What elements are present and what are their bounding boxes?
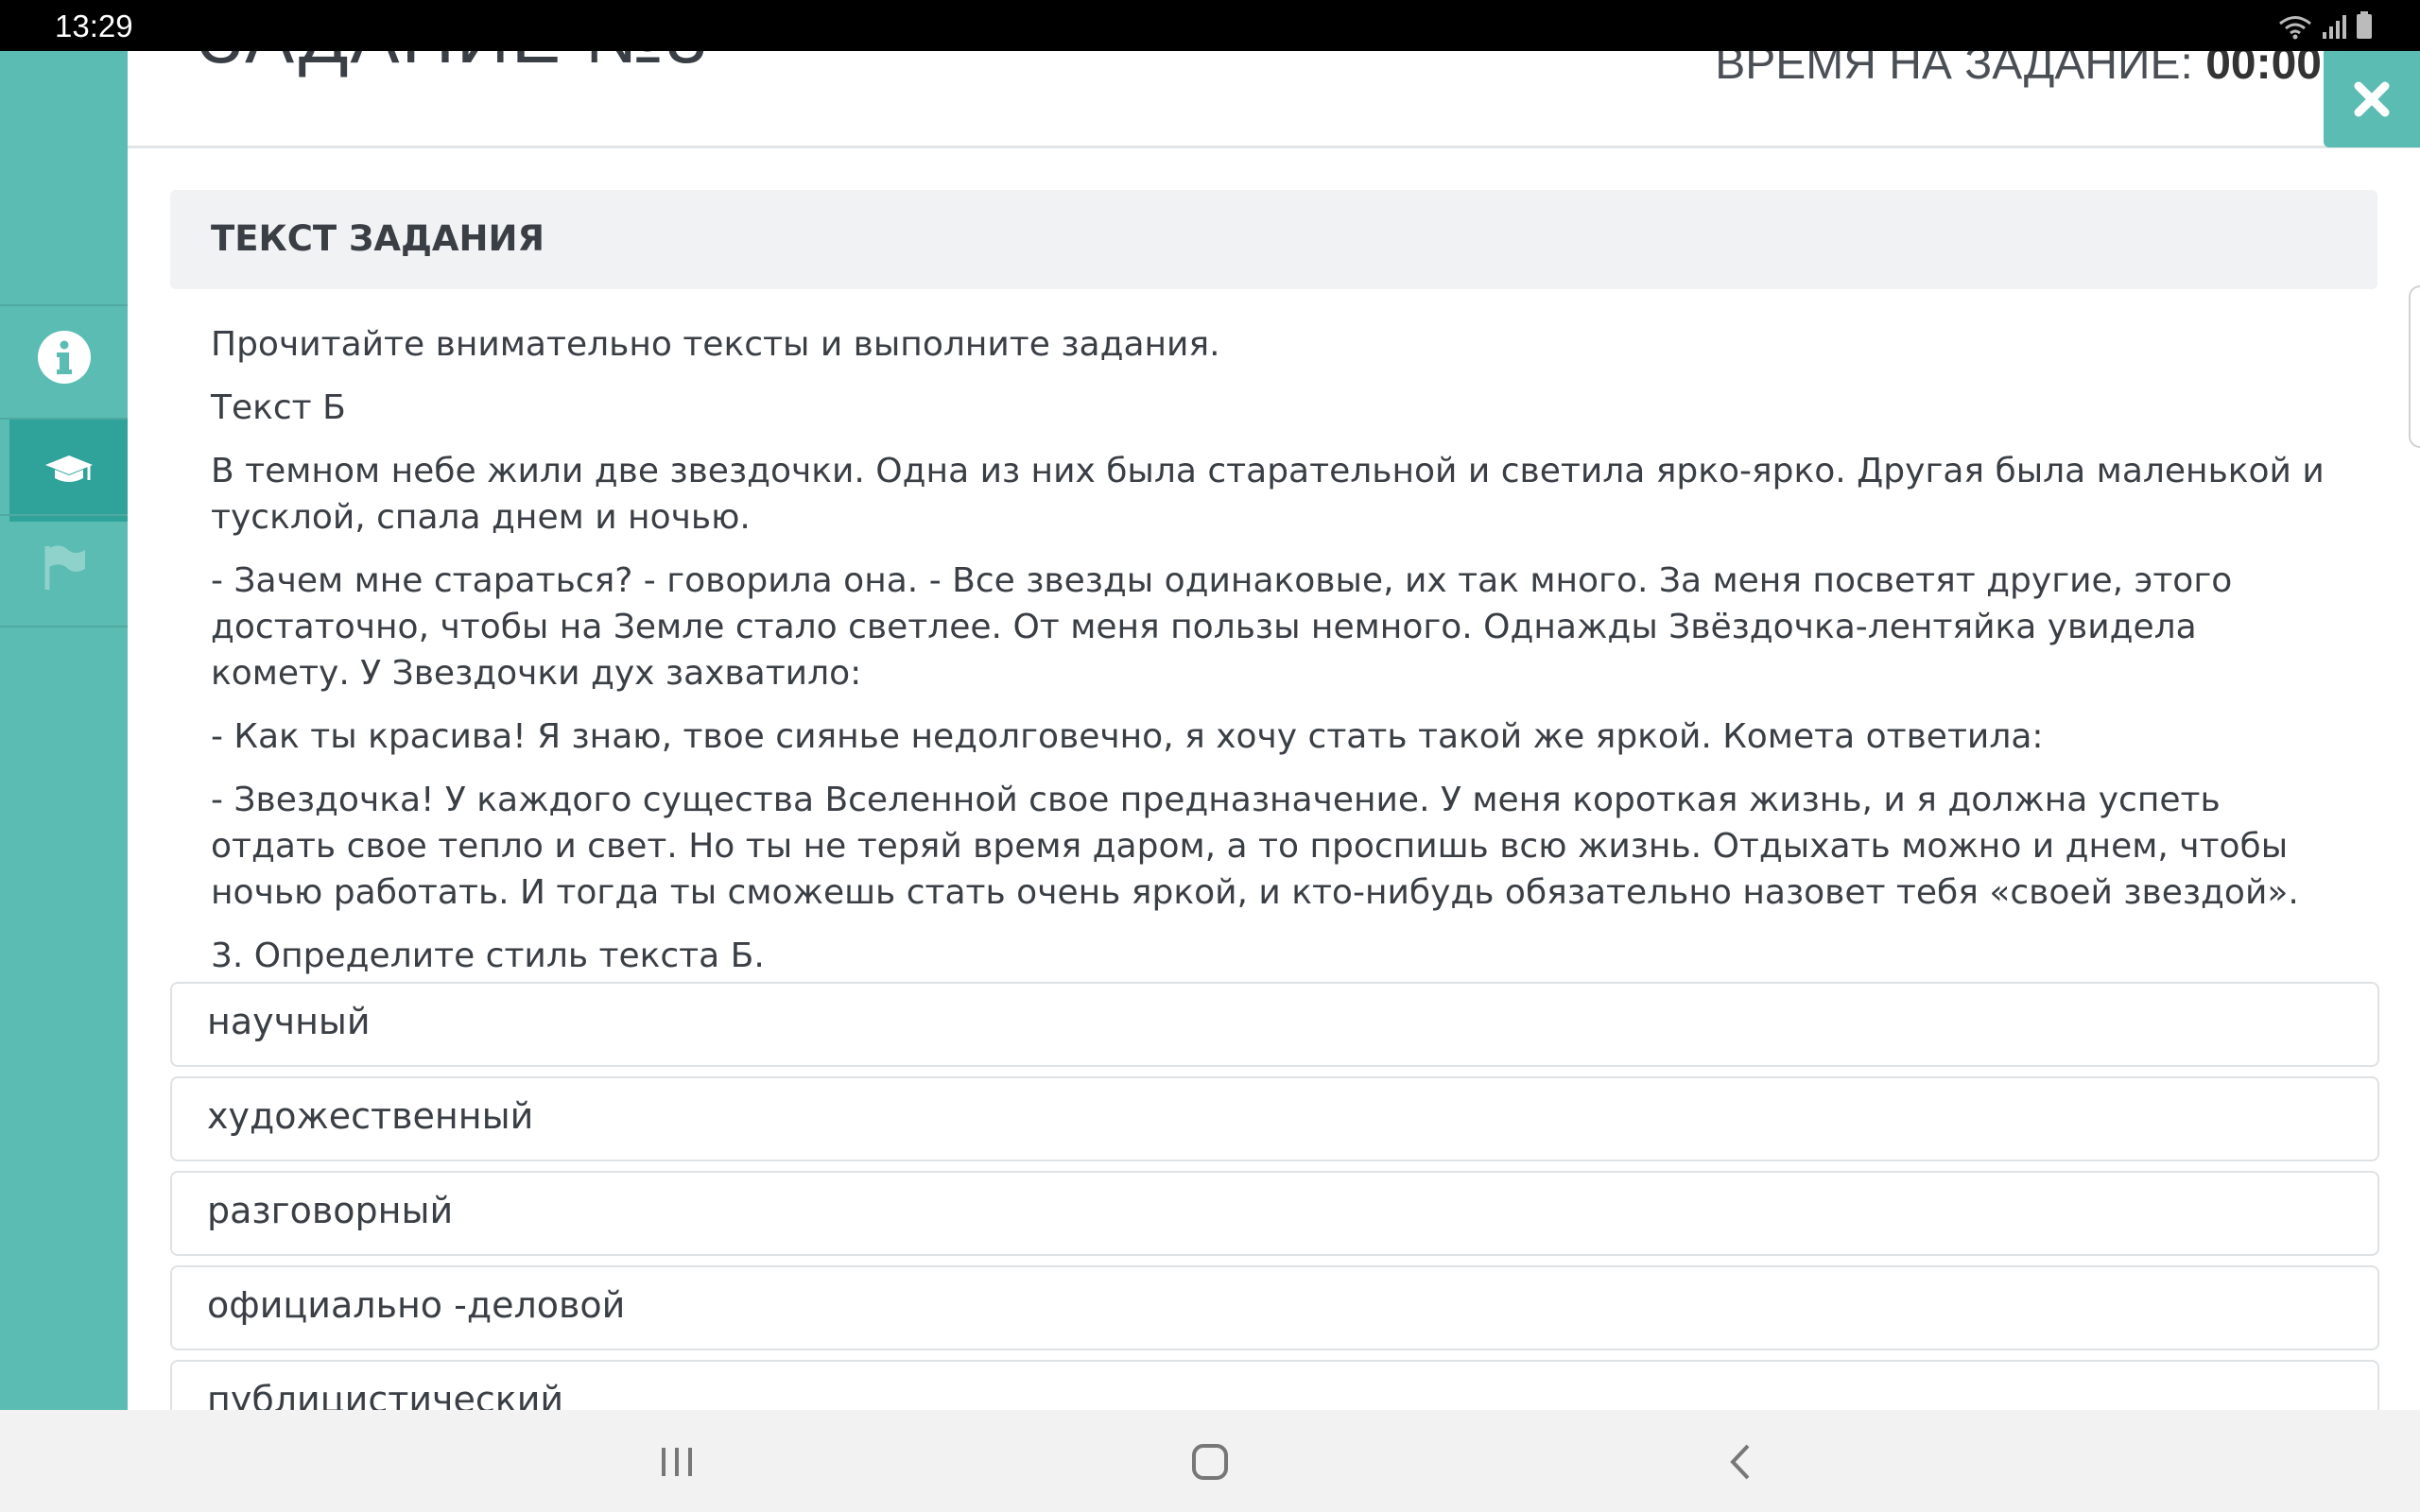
back-icon bbox=[1730, 1444, 1750, 1480]
battery-icon bbox=[2357, 11, 2372, 39]
answer-option-label: официально -деловой bbox=[207, 1284, 626, 1326]
answer-option[interactable]: официально -деловой bbox=[170, 1265, 2379, 1350]
task-paragraph: - Зачем мне стараться? - говорила она. -… bbox=[211, 561, 2233, 693]
home-icon bbox=[1192, 1444, 1228, 1480]
sidebar bbox=[0, 51, 128, 1410]
answer-option-label: научный bbox=[207, 1001, 371, 1042]
task-title: ЗАДАНИЕ №3 bbox=[199, 51, 709, 80]
panel-heading-label: ТЕКСТ ЗАДАНИЯ bbox=[211, 218, 544, 259]
answer-option[interactable]: разговорный bbox=[170, 1171, 2379, 1256]
task-header: ЗАДАНИЕ №3 ВРЕМЯ НА ЗАДАНИЕ: 00:00 bbox=[128, 51, 2420, 148]
flag-icon bbox=[44, 545, 85, 590]
home-button[interactable] bbox=[1182, 1438, 1238, 1486]
status-bar: 13:29 bbox=[0, 0, 2420, 51]
recent-apps-button[interactable] bbox=[648, 1438, 705, 1486]
timer-value: 00:00 bbox=[2205, 51, 2322, 89]
task-instruction: Прочитайте внимательно тексты и выполнит… bbox=[211, 325, 1220, 364]
status-time: 13:29 bbox=[55, 9, 133, 43]
task-paragraph: - Звездочка! У каждого существа Вселенно… bbox=[211, 781, 2299, 912]
signal-icon bbox=[2323, 15, 2346, 39]
info-icon bbox=[37, 331, 91, 384]
answer-option-label: разговорный bbox=[207, 1190, 454, 1231]
navigation-bar bbox=[0, 1410, 2420, 1512]
task-paragraph: - Как ты красива! Я знаю, твое сиянье не… bbox=[211, 717, 2044, 756]
recent-apps-icon bbox=[662, 1448, 692, 1476]
task-question: 3. Определите стиль текста Б. bbox=[211, 936, 765, 975]
task-paragraph: В темном небе жили две звездочки. Одна и… bbox=[211, 452, 2325, 537]
answer-option[interactable]: научный bbox=[170, 982, 2379, 1067]
status-icons bbox=[2278, 11, 2373, 40]
close-button[interactable] bbox=[2324, 51, 2420, 147]
sidebar-item-info[interactable] bbox=[0, 306, 128, 408]
task-content: Прочитайте внимательно тексты и выполнит… bbox=[211, 321, 2328, 996]
timer-label: ВРЕМЯ НА ЗАДАНИЕ: bbox=[1715, 51, 2193, 89]
graduation-cap-icon bbox=[44, 455, 93, 482]
close-icon bbox=[2354, 81, 2390, 117]
text-label: Текст Б bbox=[211, 388, 346, 427]
sidebar-divider bbox=[0, 626, 128, 627]
task-timer: ВРЕМЯ НА ЗАДАНИЕ: 00:00 bbox=[1715, 51, 2322, 90]
sidebar-item-course[interactable] bbox=[9, 420, 128, 522]
sidebar-item-flag[interactable] bbox=[0, 516, 128, 618]
back-button[interactable] bbox=[1713, 1438, 1770, 1486]
answer-option-label: художественный bbox=[207, 1095, 534, 1137]
scroll-handle[interactable] bbox=[2409, 285, 2420, 448]
wifi-icon bbox=[2279, 16, 2311, 40]
answer-option[interactable]: художественный bbox=[170, 1076, 2379, 1161]
task-text-panel-heading: ТЕКСТ ЗАДАНИЯ bbox=[170, 190, 2377, 289]
